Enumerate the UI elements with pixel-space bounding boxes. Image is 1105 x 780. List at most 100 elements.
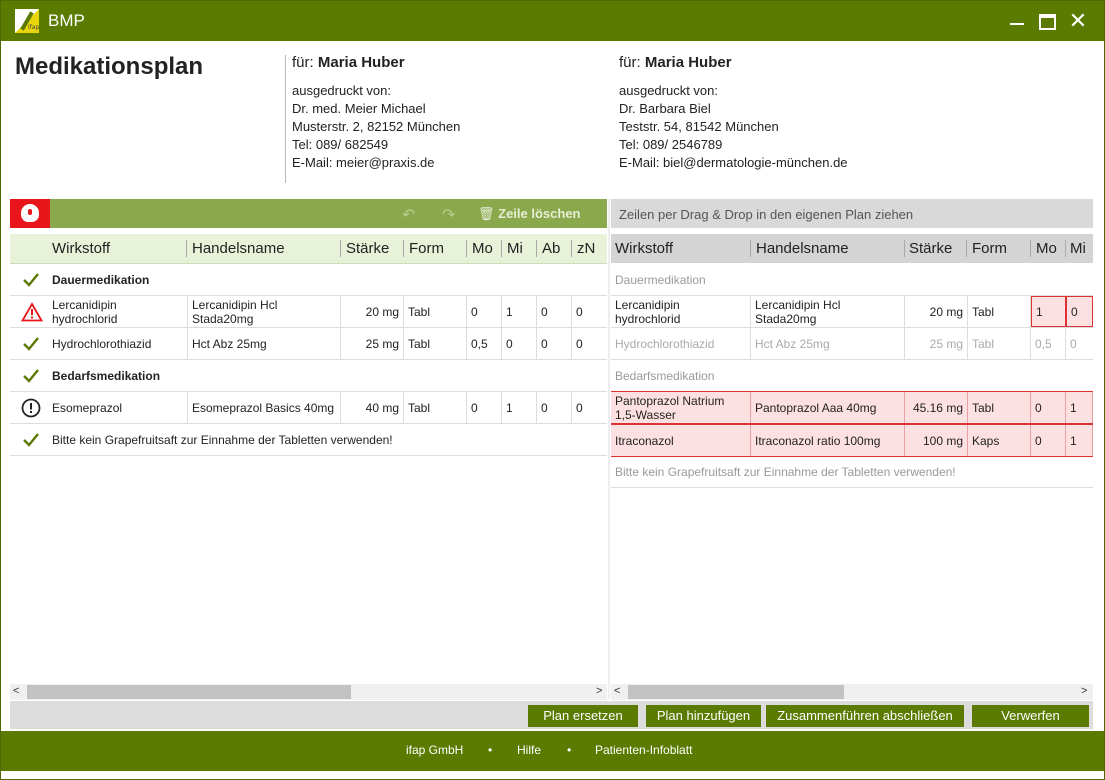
scroll-right-icon[interactable]: >	[596, 685, 602, 697]
doctor-phone: Tel: 089/ 2546789	[619, 137, 723, 152]
stop-button[interactable]	[10, 199, 50, 228]
table-row[interactable]: Hydrochlorothiazid Hct Abz 25mg 25 mg Ta…	[10, 328, 607, 360]
col-zn[interactable]: zN	[577, 240, 595, 257]
footer-link-company[interactable]: ifap GmbH	[406, 743, 463, 757]
left-table-header: Wirkstoff Handelsname Stärke Form Mo Mi …	[10, 234, 607, 264]
col-mi[interactable]: Mi	[507, 240, 523, 257]
cell-ab: 0	[537, 328, 572, 359]
discard-button[interactable]: Verwerfen	[972, 705, 1089, 727]
doctor-email: E-Mail: biel@dermatologie-münchen.de	[619, 155, 848, 170]
col-staerke[interactable]: Stärke	[909, 240, 952, 257]
replace-plan-button[interactable]: Plan ersetzen	[528, 705, 638, 727]
merge-finish-button[interactable]: Zusammenführen abschließen	[766, 705, 964, 727]
col-handelsname[interactable]: Handelsname	[756, 240, 849, 257]
cell-form: Tabl	[968, 392, 1031, 423]
drag-hint: Zeilen per Drag & Drop in den eigenen Pl…	[619, 207, 914, 222]
cell-mi: 1	[502, 392, 537, 423]
cell-staerke: 45.16 mg	[905, 392, 968, 423]
close-icon: ✕	[1068, 8, 1088, 33]
section-label: Dauermedikation	[615, 273, 706, 287]
section-label: Bedarfsmedikation	[615, 369, 715, 383]
footer-separator: •	[488, 743, 493, 757]
cell-wirkstoff: Lercanidipin hydrochlorid	[611, 296, 751, 327]
col-form[interactable]: Form	[409, 240, 444, 257]
cell-mi: 1	[1066, 392, 1093, 423]
page-title: Medikationsplan	[15, 53, 204, 80]
undo-icon[interactable]: ↶	[402, 205, 415, 225]
cell-mo: 0,5	[1031, 328, 1066, 359]
table-row[interactable]: Lercanidipin hydrochlorid Lercanidipin H…	[10, 296, 607, 328]
cell-mo: 0,5	[467, 328, 502, 359]
scroll-left-icon[interactable]: <	[13, 685, 19, 697]
footer-link-infoblatt[interactable]: Patienten-Infoblatt	[595, 743, 692, 757]
col-form[interactable]: Form	[972, 240, 1007, 257]
col-mi[interactable]: Mi	[1070, 240, 1086, 257]
delete-row-label: Zeile löschen	[498, 206, 581, 221]
maximize-button[interactable]	[1035, 9, 1059, 33]
col-staerke[interactable]: Stärke	[346, 240, 389, 257]
minimize-icon	[1010, 23, 1024, 25]
table-row[interactable]: Itraconazol Itraconazol ratio 100mg 100 …	[611, 424, 1093, 457]
cell-mi: 0	[1070, 336, 1077, 351]
col-handelsname[interactable]: Handelsname	[192, 240, 285, 257]
cell-wirkstoff: Itraconazol	[611, 425, 751, 456]
cell-zn: 0	[576, 400, 583, 415]
delete-row-button[interactable]: 🗑 Zeile löschen	[478, 206, 581, 222]
table-row[interactable]: Esomeprazol Esomeprazol Basics 40mg 40 m…	[10, 392, 607, 424]
col-wirkstoff[interactable]: Wirkstoff	[52, 240, 110, 257]
note-row[interactable]: Bitte kein Grapefruitsaft zur Einnahme d…	[10, 424, 607, 456]
footer-link-help[interactable]: Hilfe	[517, 743, 541, 757]
col-mo[interactable]: Mo	[1036, 240, 1057, 257]
section-label: Bedarfsmedikation	[52, 369, 161, 383]
cell-handelsname: Esomeprazol Basics 40mg	[187, 392, 341, 423]
col-ab[interactable]: Ab	[542, 240, 560, 257]
scrollbar-thumb[interactable]	[628, 685, 844, 699]
doctor-email: E-Mail: meier@praxis.de	[292, 155, 435, 170]
minimize-button[interactable]	[1005, 9, 1029, 33]
doctor-address: Musterstr. 2, 82152 München	[292, 119, 461, 134]
hand-stop-icon	[21, 204, 39, 222]
printed-by-label: ausgedruckt von:	[292, 83, 392, 98]
table-row[interactable]: Hydrochlorothiazid Hct Abz 25mg 25 mg Ta…	[611, 328, 1093, 360]
maximize-icon	[1039, 14, 1056, 30]
right-horizontal-scrollbar[interactable]: < >	[611, 684, 1093, 700]
check-icon	[23, 369, 39, 383]
cell-handelsname: Hct Abz 25mg	[187, 328, 341, 359]
scroll-left-icon[interactable]: <	[614, 685, 620, 697]
printed-by-label: ausgedruckt von:	[619, 83, 719, 98]
table-row[interactable]: Pantoprazol Natrium 1,5-Wasser Pantopraz…	[611, 391, 1093, 424]
cell-mi: 1	[1066, 425, 1093, 456]
app-window: ifap BMP ✕ Medikationsplan für: Maria Hu…	[0, 0, 1105, 780]
table-row[interactable]: Lercanidipin hydrochlorid Lercanidipin H…	[611, 296, 1093, 328]
warning-triangle-icon	[21, 302, 43, 322]
section-row: Bedarfsmedikation	[10, 360, 607, 392]
note-text: Bitte kein Grapefruitsaft zur Einnahme d…	[52, 433, 393, 447]
left-horizontal-scrollbar[interactable]: < >	[10, 684, 607, 700]
cell-staerke: 25 mg	[341, 328, 404, 359]
cell-wirkstoff: Hydrochlorothiazid	[52, 336, 152, 351]
add-plan-button[interactable]: Plan hinzufügen	[646, 705, 761, 727]
scrollbar-thumb[interactable]	[27, 685, 351, 699]
close-button[interactable]: ✕	[1066, 9, 1090, 33]
note-row[interactable]: Bitte kein Grapefruitsaft zur Einnahme d…	[611, 456, 1093, 488]
cell-ab: 0	[537, 392, 572, 423]
col-wirkstoff[interactable]: Wirkstoff	[615, 240, 673, 257]
right-table-header: Wirkstoff Handelsname Stärke Form Mo Mi	[611, 234, 1093, 263]
section-row: Dauermedikation	[611, 264, 1093, 296]
section-label: Dauermedikation	[52, 273, 150, 287]
note-text: Bitte kein Grapefruitsaft zur Einnahme d…	[615, 465, 956, 479]
cell-staerke: 100 mg	[905, 425, 968, 456]
patient-name: Maria Huber	[644, 54, 732, 71]
col-mo[interactable]: Mo	[472, 240, 493, 257]
cell-wirkstoff: Pantoprazol Natrium 1,5-Wasser	[611, 392, 751, 423]
cell-staerke: 20 mg	[341, 296, 404, 327]
patient-name: Maria Huber	[317, 54, 405, 71]
doctor-name: Dr. Barbara Biel	[619, 101, 711, 116]
redo-icon[interactable]: ↷	[442, 205, 455, 225]
cell-mo: 0	[467, 392, 502, 423]
title-bar: ifap BMP ✕	[1, 1, 1104, 41]
cell-form: Tabl	[404, 392, 467, 423]
scroll-right-icon[interactable]: >	[1081, 685, 1087, 697]
footer-separator: •	[567, 743, 572, 757]
cell-mo: 1	[1031, 296, 1066, 327]
